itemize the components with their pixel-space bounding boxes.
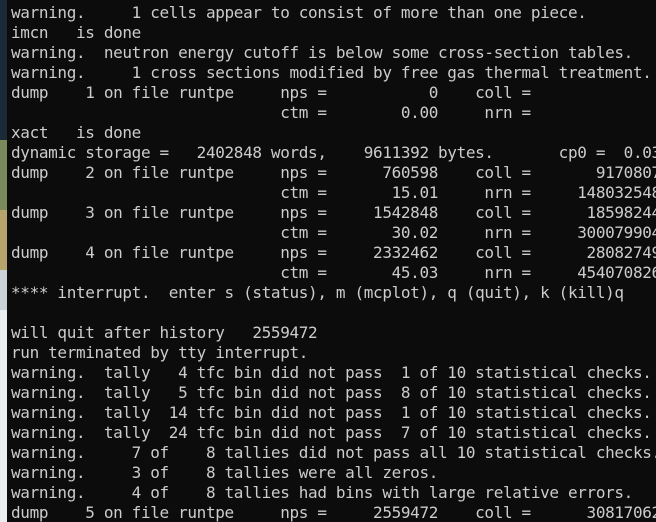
console-line: warning. 4 of 8 tallies had bins with la… xyxy=(11,483,633,502)
console-line: dump 1 on file runtpe nps = 0 coll = 0 xyxy=(11,83,656,102)
console-line: warning. tally 5 tfc bin did not pass 8 … xyxy=(11,383,652,402)
background-window-edge xyxy=(0,0,7,522)
console-line: warning. neutron energy cutoff is below … xyxy=(11,43,633,62)
console-line: ctm = 30.02 nrn = 3000799042 xyxy=(11,223,656,242)
console-line: ctm = 0.00 nrn = 0 xyxy=(11,103,656,122)
console-output: warning. 1 cells appear to consist of mo… xyxy=(11,3,656,522)
console-line: dump 5 on file runtpe nps = 2559472 coll… xyxy=(11,503,656,522)
terminal-window[interactable]: warning. 1 cells appear to consist of mo… xyxy=(0,0,656,522)
console-line: imcn is done xyxy=(11,23,141,42)
console-line: warning. tally 24 tfc bin did not pass 7… xyxy=(11,423,652,442)
console-line: xact is done xyxy=(11,123,141,142)
console-line: warning. 1 cells appear to consist of mo… xyxy=(11,3,587,22)
console-line: warning. 7 of 8 tallies did not pass all… xyxy=(11,443,656,462)
console-line: warning. 3 of 8 tallies were all zeros. xyxy=(11,463,439,482)
console-line: warning. tally 14 tfc bin did not pass 1… xyxy=(11,403,652,422)
console-line: dump 2 on file runtpe nps = 760598 coll … xyxy=(11,163,656,182)
console-line: ctm = 15.01 nrn = 1480325487 xyxy=(11,183,656,202)
console-line: ctm = 45.03 nrn = 4540708263 xyxy=(11,263,656,282)
console-line: warning. tally 4 tfc bin did not pass 1 … xyxy=(11,363,652,382)
console-line: warning. 1 cross sections modified by fr… xyxy=(11,63,652,82)
console-line: dump 4 on file runtpe nps = 2332462 coll… xyxy=(11,243,656,262)
console-line: run terminated by tty interrupt. xyxy=(11,343,309,362)
console-line: will quit after history 2559472 xyxy=(11,323,318,342)
console-line: **** interrupt. enter s (status), m (mcp… xyxy=(11,283,624,302)
console-line: dynamic storage = 2402848 words, 9611392… xyxy=(11,143,656,162)
console-line: dump 3 on file runtpe nps = 1542848 coll… xyxy=(11,203,656,222)
